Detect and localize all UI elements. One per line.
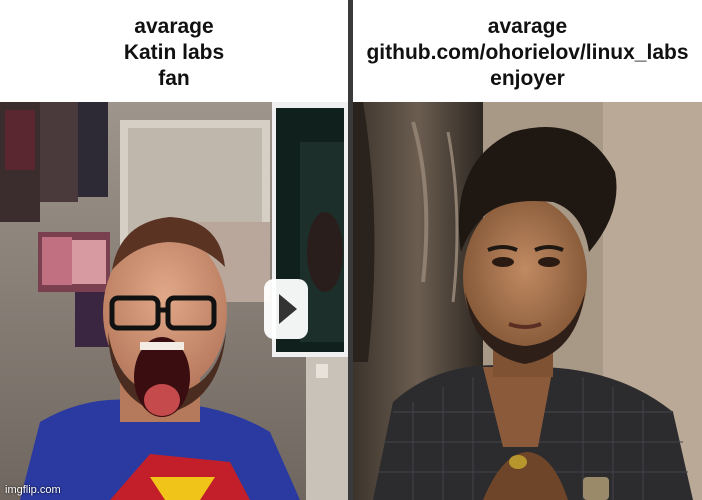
right-caption-line2: github.com/ohorielov/linux_labs bbox=[366, 41, 689, 64]
left-caption-line2: Katin labs bbox=[123, 41, 225, 64]
left-caption-line3: fan bbox=[158, 67, 190, 90]
left-photo: imgflip.com bbox=[0, 102, 348, 500]
right-caption-line3: enjoyer bbox=[490, 67, 565, 90]
right-photo bbox=[353, 102, 702, 500]
play-icon bbox=[264, 279, 308, 339]
right-photo-drawing bbox=[353, 102, 702, 500]
left-caption-line1: avarage bbox=[134, 15, 214, 38]
left-caption: avarage Katin labs fan bbox=[0, 14, 348, 92]
meme: avarage Katin labs fan avarage github.co… bbox=[0, 0, 702, 500]
watermark: imgflip.com bbox=[5, 484, 61, 496]
left-photo-drawing bbox=[0, 102, 348, 500]
right-caption: avarage github.com/ohorielov/linux_labs … bbox=[353, 14, 702, 92]
right-caption-line1: avarage bbox=[487, 15, 568, 38]
